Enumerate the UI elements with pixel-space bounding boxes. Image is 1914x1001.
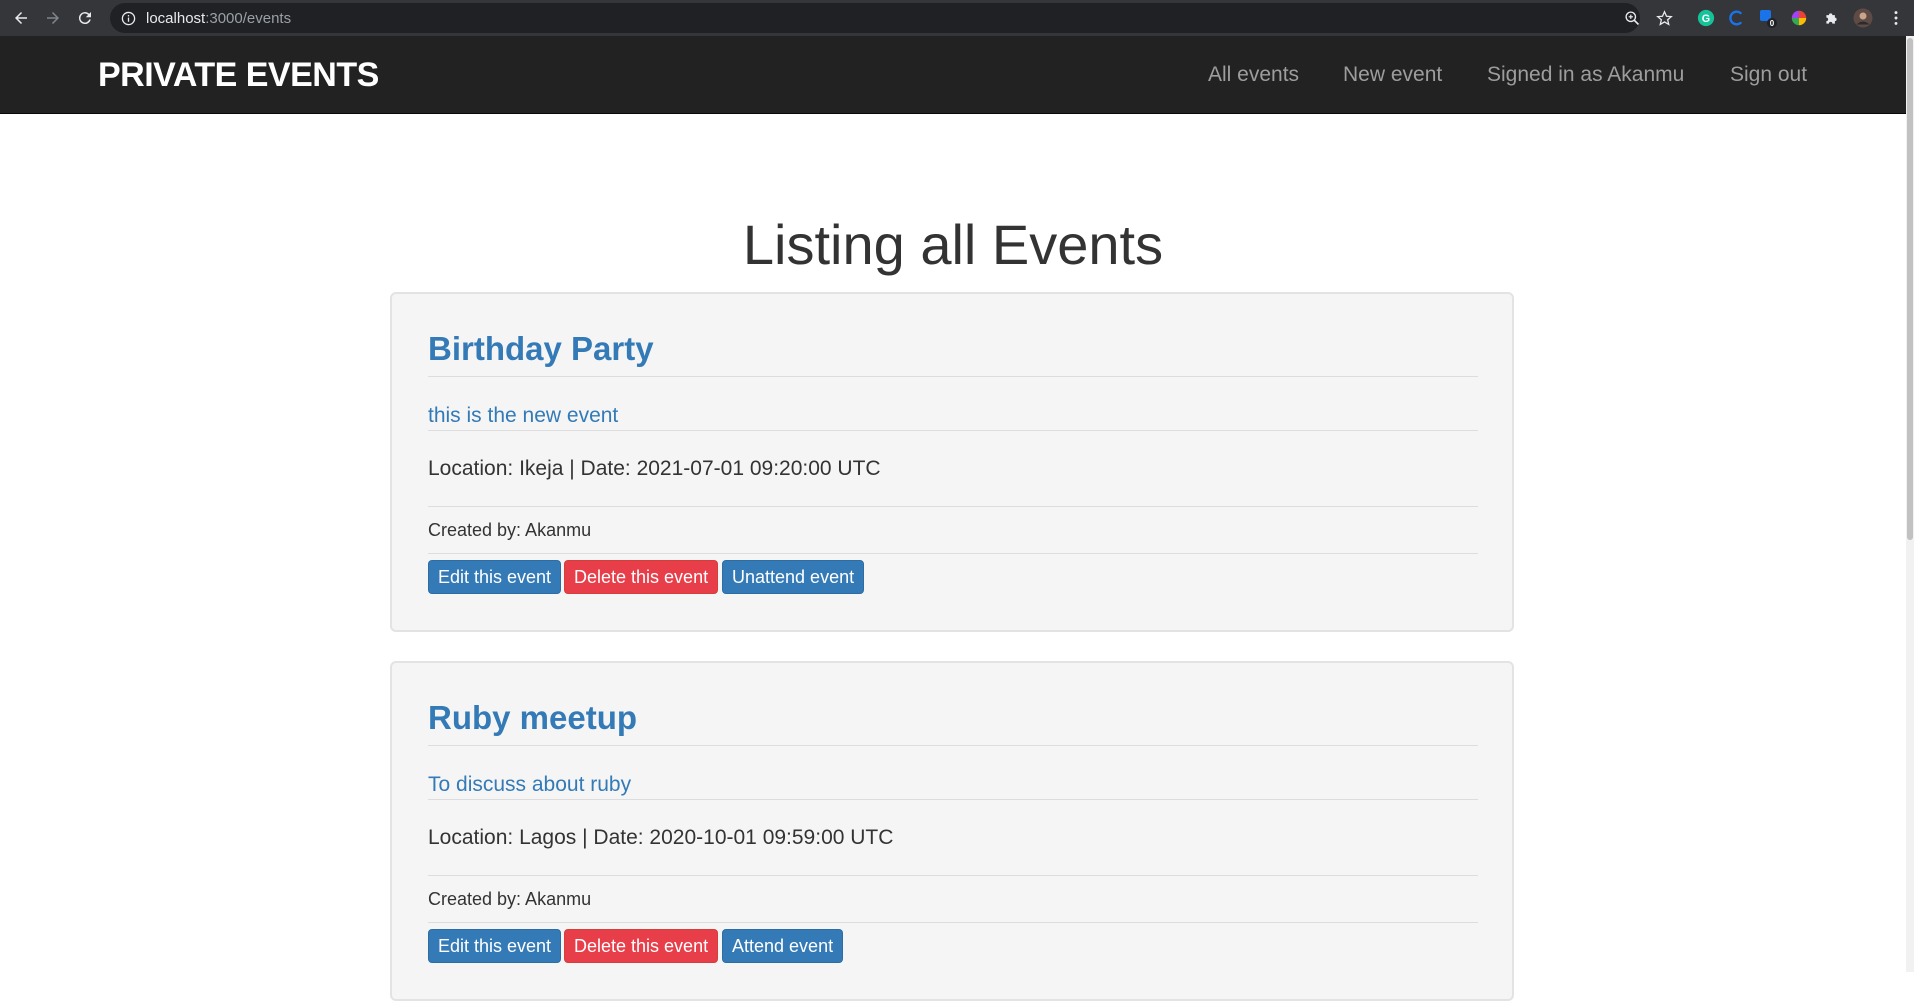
badge-extension-icon[interactable]: 0: [1758, 8, 1778, 28]
event-card: Ruby meetup To discuss about ruby Locati…: [390, 661, 1514, 1001]
reload-icon[interactable]: [73, 6, 97, 30]
url-path: :3000/events: [205, 9, 292, 27]
svg-text:G: G: [1702, 13, 1710, 25]
event-title-link[interactable]: Birthday Party: [428, 330, 654, 368]
event-title-link[interactable]: Ruby meetup: [428, 699, 637, 737]
nav-all-events[interactable]: All events: [1208, 63, 1299, 87]
nav-sign-out[interactable]: Sign out: [1730, 63, 1807, 87]
unattend-event-button[interactable]: Unattend event: [722, 560, 865, 594]
address-bar[interactable]: localhost:3000/events: [110, 3, 1640, 33]
color-extension-icon[interactable]: [1789, 8, 1809, 28]
browser-menu-icon[interactable]: [1886, 8, 1906, 28]
divider: [428, 553, 1478, 554]
url-host: localhost: [146, 9, 206, 27]
c-extension-icon[interactable]: [1727, 8, 1747, 28]
brand-logo-link[interactable]: PRIVATE EVENTS: [98, 56, 379, 95]
nav-new-event[interactable]: New event: [1343, 63, 1442, 87]
event-creator: Created by: Akanmu: [428, 520, 592, 540]
delete-event-button[interactable]: Delete this event: [564, 560, 719, 594]
url-text: localhost:3000/events: [146, 10, 291, 27]
bookmark-star-icon[interactable]: [1654, 8, 1674, 28]
event-description-link[interactable]: To discuss about ruby: [428, 773, 631, 797]
forward-icon[interactable]: [41, 6, 65, 30]
divider: [428, 875, 1478, 876]
delete-event-button[interactable]: Delete this event: [564, 929, 719, 963]
nav-signed-in-user[interactable]: Signed in as Akanmu: [1487, 63, 1684, 87]
event-location-date: Location: Lagos | Date: 2020-10-01 09:59…: [428, 826, 894, 849]
divider: [428, 430, 1478, 431]
browser-toolbar: localhost:3000/events G 0: [0, 0, 1914, 36]
extension-badge-count: 0: [1770, 19, 1775, 28]
event-creator: Created by: Akanmu: [428, 889, 592, 909]
divider: [428, 922, 1478, 923]
divider: [428, 745, 1478, 746]
event-location-date: Location: Ikeja | Date: 2021-07-01 09:20…: [428, 457, 881, 480]
attend-event-button[interactable]: Attend event: [722, 929, 844, 963]
page-title: Listing all Events: [742, 213, 1164, 276]
divider: [428, 376, 1478, 377]
divider: [428, 799, 1478, 800]
event-card: Birthday Party this is the new event Loc…: [390, 292, 1514, 632]
zoom-icon[interactable]: [1622, 8, 1642, 28]
site-navbar: PRIVATE EVENTS All events New event Sign…: [0, 36, 1906, 114]
page-scrollbar-thumb[interactable]: [1907, 38, 1913, 540]
grammarly-extension-icon[interactable]: G: [1696, 8, 1716, 28]
event-description-link[interactable]: this is the new event: [428, 404, 618, 428]
back-icon[interactable]: [9, 6, 33, 30]
profile-avatar-icon[interactable]: [1853, 8, 1873, 28]
divider: [428, 506, 1478, 507]
edit-event-button[interactable]: Edit this event: [428, 560, 562, 594]
site-info-icon[interactable]: [120, 10, 136, 26]
edit-event-button[interactable]: Edit this event: [428, 929, 562, 963]
extensions-puzzle-icon[interactable]: [1821, 8, 1841, 28]
